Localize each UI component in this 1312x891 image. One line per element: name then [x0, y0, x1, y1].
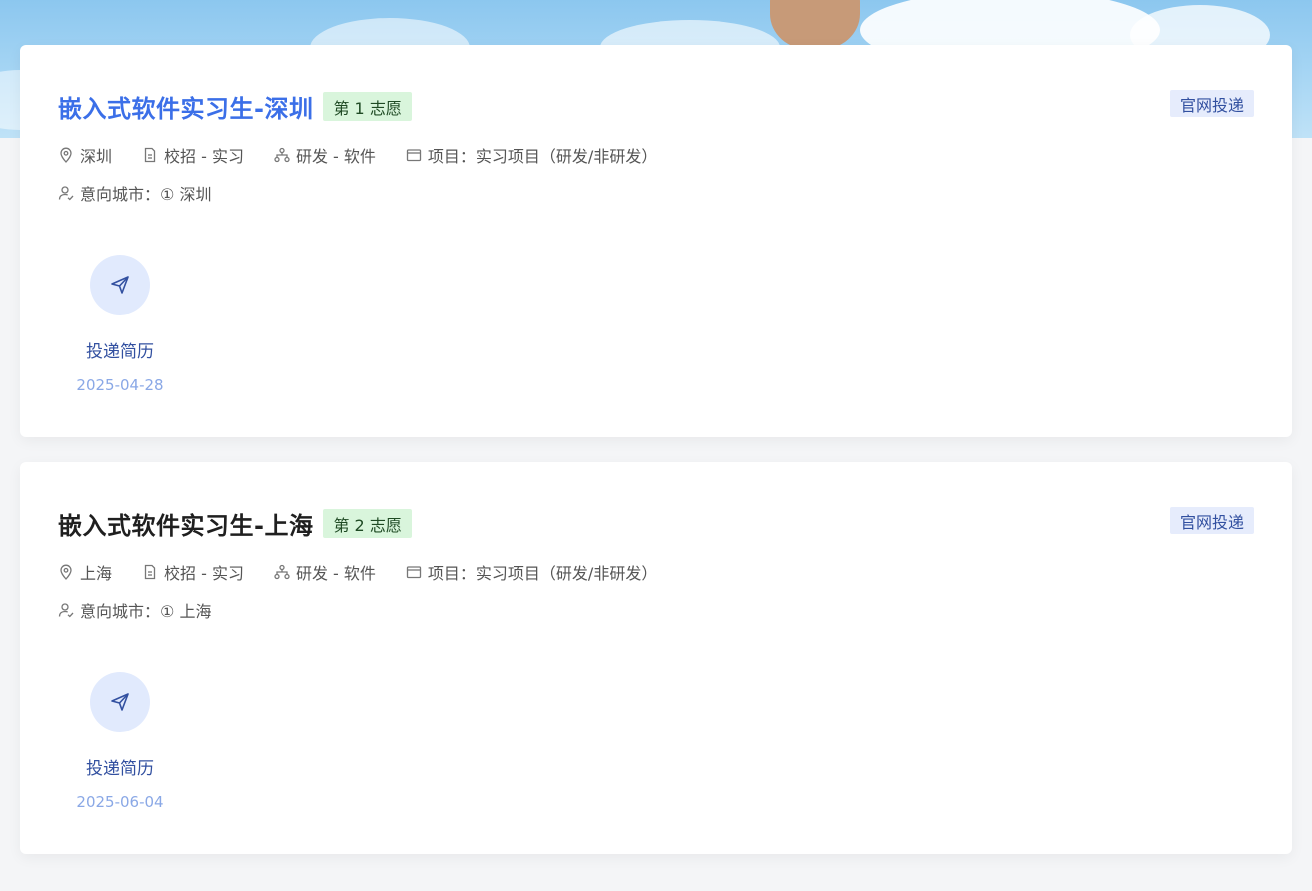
submit-resume-step[interactable]: 投递简历 2025-06-04 [70, 672, 170, 811]
meta-recruit-type: 校招 - 实习 [142, 143, 244, 167]
preference-badge: 第 1 志愿 [323, 92, 412, 121]
org-structure-icon [274, 564, 290, 580]
meta-category: 研发 - 软件 [274, 143, 376, 167]
intended-city-row: 意向城市： ① 上海 [58, 598, 211, 622]
preference-badge: 第 2 志愿 [323, 509, 412, 538]
project-text: 项目：实习项目（研发/非研发） [427, 147, 658, 166]
intended-city-value: ① 深圳 [160, 185, 212, 204]
document-icon [144, 564, 156, 580]
intended-city-value: ① 上海 [160, 602, 212, 621]
user-check-icon [58, 603, 74, 618]
location-pin-icon [60, 564, 72, 580]
job-title[interactable]: 嵌入式软件实习生-深圳 [58, 89, 313, 124]
meta-recruit-type: 校招 - 实习 [142, 560, 244, 584]
folder-icon [406, 566, 422, 579]
card-title-row: 嵌入式软件实习生-上海 第 2 志愿 [58, 506, 412, 541]
project-text: 项目：实习项目（研发/非研发） [427, 564, 658, 583]
submit-resume-date: 2025-06-04 [76, 793, 164, 811]
job-meta-row: 上海 校招 - 实习 研发 - 软件 项目：实习项目（研发/非研发） [58, 560, 687, 584]
folder-icon [406, 149, 422, 162]
category-text: 研发 - 软件 [295, 147, 376, 166]
meta-location: 深圳 [58, 143, 112, 167]
send-icon-circle[interactable] [90, 255, 150, 315]
send-icon [111, 693, 129, 711]
submit-resume-date: 2025-04-28 [76, 376, 164, 394]
job-title[interactable]: 嵌入式软件实习生-上海 [58, 506, 313, 541]
submit-resume-step[interactable]: 投递简历 2025-04-28 [70, 255, 170, 394]
send-icon-circle[interactable] [90, 672, 150, 732]
send-icon [111, 276, 129, 294]
recruit-type-text: 校招 - 实习 [164, 564, 244, 583]
location-pin-icon [60, 147, 72, 163]
intended-city-label: 意向城市： [80, 602, 161, 621]
submit-resume-label: 投递简历 [86, 342, 154, 362]
intended-city-label: 意向城市： [80, 185, 161, 204]
channel-badge: 官网投递 [1169, 507, 1254, 534]
org-structure-icon [274, 147, 290, 163]
meta-category: 研发 - 软件 [274, 560, 376, 584]
meta-project: 项目：实习项目（研发/非研发） [406, 560, 657, 584]
hand-decoration [770, 0, 860, 50]
recruit-type-text: 校招 - 实习 [164, 147, 244, 166]
meta-location: 上海 [58, 560, 112, 584]
submit-resume-label: 投递简历 [86, 759, 154, 779]
category-text: 研发 - 软件 [295, 564, 376, 583]
document-icon [144, 147, 156, 163]
application-card[interactable]: 嵌入式软件实习生-上海 第 2 志愿 官网投递 上海 校招 - 实习 研发 - … [20, 462, 1292, 854]
meta-project: 项目：实习项目（研发/非研发） [406, 143, 657, 167]
user-check-icon [58, 186, 74, 201]
location-text: 上海 [80, 564, 113, 583]
location-text: 深圳 [80, 147, 113, 166]
channel-badge: 官网投递 [1169, 90, 1254, 117]
intended-city-row: 意向城市： ① 深圳 [58, 181, 211, 205]
job-meta-row: 深圳 校招 - 实习 研发 - 软件 项目：实习项目（研发/非研发） [58, 143, 687, 167]
application-card[interactable]: 嵌入式软件实习生-深圳 第 1 志愿 官网投递 深圳 校招 - 实习 研发 - … [20, 45, 1292, 437]
card-title-row: 嵌入式软件实习生-深圳 第 1 志愿 [58, 89, 412, 124]
